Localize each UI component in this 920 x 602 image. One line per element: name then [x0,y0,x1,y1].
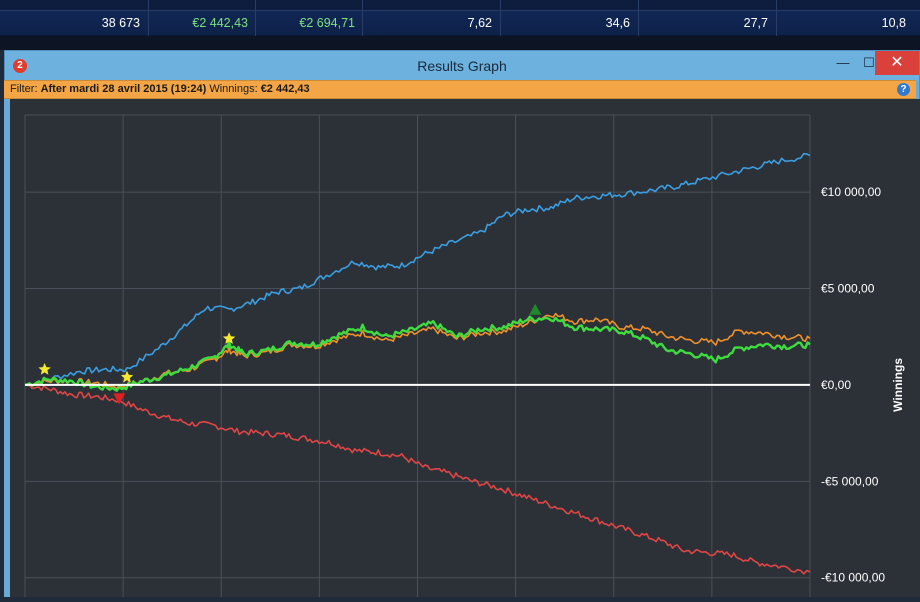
star-marker [38,363,51,375]
minimize-button[interactable]: — [829,51,857,75]
stats-bar: 38 673 €2 442,43 €2 694,71 7,62 34,6 27,… [0,0,920,36]
window-title: Results Graph [417,58,507,74]
y-axis-label: Winnings [891,358,905,412]
y-tick-label: -€10 000,00 [821,571,885,585]
max-marker [529,303,542,315]
stats-header-strip [0,0,920,11]
filter-bar: Filter: After mardi 28 avril 2015 (19:24… [4,80,916,99]
stats-vpip: 34,6 [605,16,630,30]
winnings-value: €2 442,43 [260,83,310,95]
results-chart: €10 000,00 €5 000,00 €0,00 -€5 000,00 -€10 0… [24,114,905,597]
stats-hands: 38 673 [101,16,140,30]
help-icon[interactable]: ? [897,83,910,96]
filter-value: After mardi 28 avril 2015 (19:24) [40,83,207,95]
title-bar[interactable]: Results Graph 2 — ☐ ✕ [5,51,919,81]
close-button[interactable]: ✕ [875,51,919,75]
stats-winnings: €2 442,43 [192,16,248,30]
results-graph: €10 000,00 €5 000,00 €0,00 -€5 000,00 -€10 0… [10,99,920,597]
y-tick-label: €5 000,00 [821,282,875,296]
app-icon: 2 [13,59,27,73]
stats-winnings-2: €2 694,71 [299,16,355,30]
winnings-label: Winnings: [209,83,258,95]
stats-bb100: 7,62 [467,16,492,30]
stats-pfr: 27,7 [743,16,768,30]
filter-label: Filter: [10,83,38,95]
y-tick-label: -€5 000,00 [821,474,879,488]
y-tick-label: €0,00 [821,378,851,392]
background-strip [0,36,920,50]
y-tick-label: €10 000,00 [821,185,881,199]
stats-3bet: 10,8 [881,16,906,30]
